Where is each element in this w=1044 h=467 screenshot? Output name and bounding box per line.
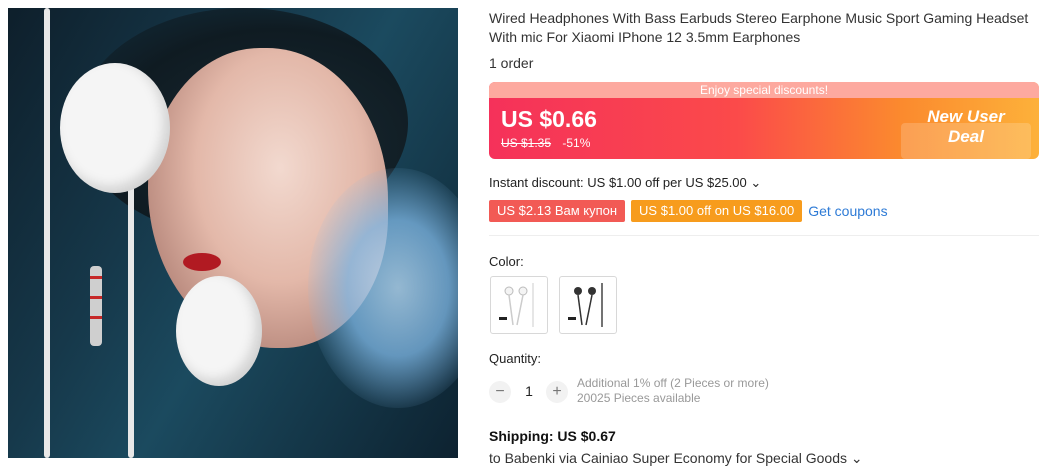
white-earphones-thumbnail-icon bbox=[499, 283, 534, 327]
shipping-destination[interactable]: to Babenki via Cainiao Super Economy for… bbox=[489, 450, 863, 467]
pieces-available: 20025 Pieces available bbox=[577, 391, 701, 405]
get-coupons-link[interactable]: Get coupons bbox=[808, 203, 887, 219]
product-title: Wired Headphones With Bass Earbuds Stere… bbox=[489, 10, 1029, 45]
bulk-discount-note: Additional 1% off (2 Pieces or more) bbox=[577, 376, 769, 390]
image-lips bbox=[183, 253, 221, 271]
instant-discount[interactable]: Instant discount: US $1.00 off per US $2… bbox=[489, 175, 761, 191]
product-image[interactable] bbox=[8, 8, 458, 458]
color-swatch-black[interactable] bbox=[559, 276, 617, 334]
shipping-price: Shipping: US $0.67 bbox=[489, 428, 616, 444]
badge-line1: New User bbox=[927, 107, 1005, 126]
divider bbox=[489, 235, 1039, 236]
quantity-note: Additional 1% off (2 Pieces or more) 200… bbox=[577, 376, 769, 406]
quantity-increase-button[interactable]: + bbox=[546, 381, 568, 403]
image-cable bbox=[44, 8, 50, 458]
image-audio-jack bbox=[90, 266, 102, 346]
black-earphones-thumbnail-icon bbox=[568, 283, 603, 327]
shipping-method: to Babenki via Cainiao Super Economy for… bbox=[489, 450, 847, 466]
price-banner: Enjoy special discounts! US $0.66 US $1.… bbox=[489, 82, 1039, 159]
coupon-row: US $2.13 Вам купон US $1.00 off on US $1… bbox=[489, 200, 888, 222]
chevron-down-icon: ⌄ bbox=[850, 450, 863, 466]
image-cable bbox=[128, 158, 134, 458]
new-user-deal-badge: New User Deal bbox=[901, 107, 1031, 159]
image-earbud bbox=[176, 276, 262, 386]
color-swatch-white[interactable] bbox=[490, 276, 548, 334]
chevron-down-icon: ⌄ bbox=[750, 175, 762, 190]
image-earbud bbox=[60, 63, 170, 193]
quantity-value[interactable]: 1 bbox=[520, 383, 538, 399]
badge-line2: Deal bbox=[948, 127, 984, 146]
coupon-badge[interactable]: US $1.00 off on US $16.00 bbox=[631, 200, 803, 222]
current-price: US $0.66 bbox=[501, 106, 597, 132]
discount-strip: Enjoy special discounts! bbox=[489, 82, 1039, 98]
price-original-row: US $1.35 -51% bbox=[501, 136, 590, 150]
quantity-label: Quantity: bbox=[489, 351, 542, 366]
quantity-decrease-button[interactable]: − bbox=[489, 381, 511, 403]
color-label: Color: bbox=[489, 254, 524, 269]
original-price: US $1.35 bbox=[501, 136, 552, 150]
discount-percent: -51% bbox=[562, 136, 591, 150]
instant-discount-text: Instant discount: US $1.00 off per US $2… bbox=[489, 175, 747, 190]
order-count: 1 order bbox=[489, 55, 534, 71]
coupon-badge[interactable]: US $2.13 Вам купон bbox=[489, 200, 626, 222]
